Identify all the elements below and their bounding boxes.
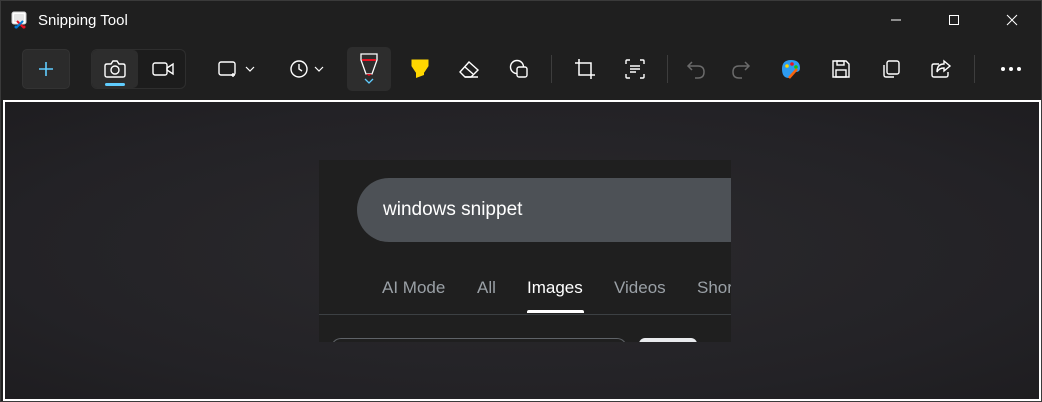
edit-in-paint-button[interactable] [770, 49, 812, 89]
highlighter-icon [411, 59, 429, 78]
snipping-tool-app-icon [11, 11, 29, 29]
chevron-down-icon [314, 66, 323, 72]
redo-icon [732, 61, 751, 79]
camera-icon [104, 60, 126, 78]
shapes-button[interactable] [498, 49, 540, 89]
save-button[interactable] [820, 49, 862, 89]
plus-icon [39, 62, 53, 76]
search-query: windows snippet [383, 199, 523, 220]
title-bar[interactable]: Snipping Tool [1, 1, 1041, 39]
tab-shorts: Shor [697, 278, 731, 297]
text-actions-button[interactable] [614, 49, 656, 89]
record-mode-button[interactable] [140, 50, 186, 88]
screenshot-mode-button[interactable] [92, 50, 138, 88]
minimize-button[interactable] [867, 1, 925, 39]
maximize-icon [949, 15, 959, 25]
share-button[interactable] [920, 49, 962, 89]
pen-icon [360, 53, 378, 84]
text-actions-icon [625, 59, 645, 79]
undo-button[interactable] [675, 49, 717, 89]
maximize-button[interactable] [925, 1, 983, 39]
selected-indicator [105, 83, 125, 86]
toolbar-divider [551, 55, 552, 83]
snip-shape-dropdown[interactable] [213, 49, 259, 89]
tab-all: All [477, 278, 496, 297]
tab-videos: Videos [614, 278, 666, 297]
active-tab-indicator [527, 310, 584, 313]
result-card-outline [331, 338, 627, 342]
crop-button[interactable] [564, 49, 606, 89]
more-options-button[interactable] [989, 49, 1033, 89]
window-title: Snipping Tool [38, 12, 128, 29]
toolbar-divider [667, 55, 668, 83]
save-icon [832, 60, 850, 78]
snip-delay-dropdown[interactable] [283, 49, 329, 89]
close-icon [1006, 14, 1018, 26]
search-box: windows snippet [357, 178, 731, 242]
chevron-down-icon [245, 66, 254, 72]
more-icon [1001, 67, 1021, 71]
video-camera-icon [152, 62, 174, 76]
snipping-tool-window: Snipping Tool windows snippet AI Mode Al… [0, 0, 1042, 402]
highlighter-button[interactable] [399, 49, 441, 89]
undo-icon [686, 61, 705, 79]
new-snip-button[interactable] [22, 49, 70, 89]
captured-image: windows snippet AI Mode All Images Video… [319, 160, 731, 342]
redo-button[interactable] [720, 49, 762, 89]
eraser-button[interactable] [448, 49, 490, 89]
crop-icon [575, 59, 595, 79]
rectangle-snip-icon [217, 61, 236, 77]
toolbar-divider [974, 55, 975, 83]
toolbar [1, 39, 1041, 99]
paint-icon [782, 60, 800, 79]
copy-icon [883, 60, 900, 78]
eraser-icon [459, 61, 480, 78]
minimize-icon [891, 19, 901, 21]
tabs-divider [319, 314, 731, 315]
tab-images: Images [527, 278, 583, 297]
ballpoint-pen-button[interactable] [347, 47, 391, 91]
result-card-filled [639, 338, 697, 342]
snip-canvas[interactable]: windows snippet AI Mode All Images Video… [3, 100, 1041, 401]
clock-icon [289, 60, 308, 78]
close-button[interactable] [983, 1, 1041, 39]
share-icon [931, 59, 952, 78]
copy-button[interactable] [870, 49, 912, 89]
tab-ai-mode: AI Mode [382, 278, 446, 297]
search-tabs: AI Mode All Images Videos Shor [319, 272, 731, 314]
shapes-icon [509, 59, 528, 78]
